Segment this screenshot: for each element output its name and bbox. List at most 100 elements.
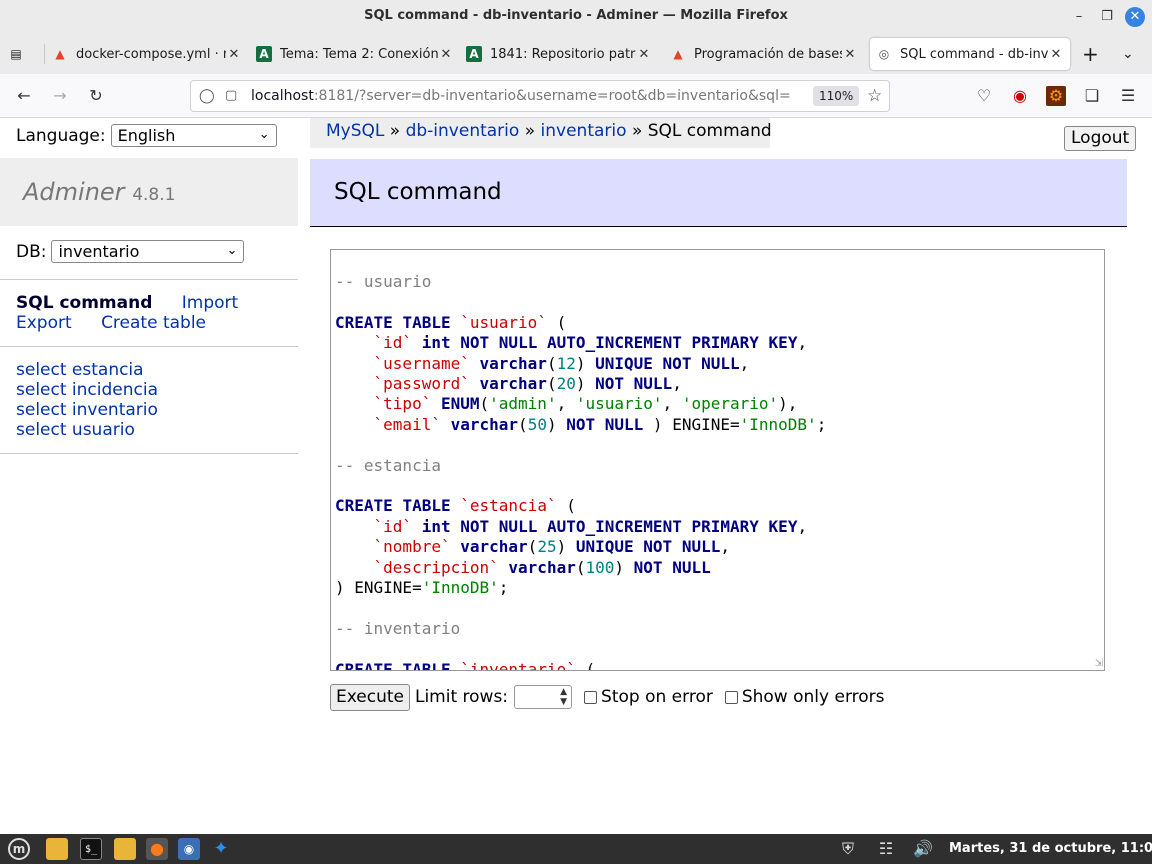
- close-tab-icon[interactable]: ✕: [636, 47, 652, 62]
- a-icon: A: [256, 46, 272, 62]
- taskbar-clock[interactable]: Martes, 31 de octubre, 11:05:56: [949, 841, 1152, 856]
- tab-programacion[interactable]: ▲ Programación de bases d ✕: [670, 38, 858, 70]
- sql-command-link[interactable]: SQL command: [16, 293, 152, 313]
- extensions-puzzle-icon[interactable]: ❏: [1082, 86, 1102, 106]
- stop-on-error-checkbox[interactable]: [584, 690, 598, 704]
- tab-overview-button[interactable]: ▤: [8, 38, 36, 70]
- gitlab-icon: ▲: [673, 47, 683, 61]
- close-tab-icon[interactable]: ✕: [438, 47, 454, 62]
- sidebar-menu: SQL command Import Export Create table: [16, 293, 238, 333]
- menu-icon[interactable]: ☰: [1118, 86, 1138, 106]
- breadcrumb-separator: »: [631, 121, 643, 141]
- url-text[interactable]: localhost:8181/?server=db-inventario&use…: [251, 88, 791, 104]
- url-bar[interactable]: ◯ ▢ localhost:8181/?server=db-inventario…: [190, 80, 890, 112]
- breadcrumb-server[interactable]: db-inventario: [406, 121, 520, 141]
- logo-block: Adminer 4.8.1: [0, 158, 298, 226]
- sidebar-divider: [0, 453, 298, 454]
- db-select-value: inventario: [58, 242, 140, 261]
- limit-rows-label: Limit rows:: [414, 687, 509, 707]
- show-only-errors-label: Show only errors: [741, 687, 885, 707]
- logo-text: Adminer: [23, 178, 125, 206]
- tab-label: Tema: Tema 2: Conexión: [280, 46, 438, 62]
- url-host: localhost: [251, 88, 314, 104]
- url-path: :8181/?server=db-inventario&username=roo…: [313, 88, 791, 104]
- tab-label: Programación de bases d: [694, 46, 842, 62]
- spinner-icon[interactable]: ▲ ▼: [560, 687, 567, 707]
- files-folder-icon[interactable]: [114, 838, 136, 860]
- language-select-value: English: [117, 126, 176, 145]
- terminal-icon[interactable]: $_: [80, 838, 102, 860]
- resize-handle-icon[interactable]: ⇲: [1095, 658, 1103, 669]
- forward-arrow-icon[interactable]: →: [50, 86, 70, 106]
- breadcrumb-mysql[interactable]: MySQL: [326, 121, 384, 141]
- screenshot-camera-icon[interactable]: ◉: [178, 838, 200, 860]
- export-link[interactable]: Export: [16, 313, 72, 333]
- tab-sql-command[interactable]: ◎ SQL command - db-inven ✕: [870, 38, 1070, 70]
- network-icon[interactable]: ☷: [875, 838, 897, 860]
- vscode-icon[interactable]: ✦: [210, 838, 232, 860]
- close-window-icon[interactable]: ✕: [1125, 7, 1145, 27]
- create-table-link[interactable]: Create table: [101, 313, 206, 333]
- close-tab-icon[interactable]: ✕: [226, 47, 242, 62]
- list-all-tabs-icon[interactable]: ⌄: [1122, 38, 1142, 70]
- page-info-icon[interactable]: ▢: [225, 88, 237, 103]
- firefox-icon[interactable]: ●: [146, 838, 168, 860]
- extension-icon[interactable]: ◉: [1010, 86, 1030, 106]
- minimize-icon[interactable]: –: [1069, 7, 1089, 27]
- page-title: SQL command: [334, 179, 502, 205]
- reload-icon[interactable]: ↻: [86, 86, 106, 106]
- new-tab-icon[interactable]: +: [1082, 38, 1102, 70]
- tab-repositorio[interactable]: A 1841: Repositorio patrón ✕: [466, 38, 652, 70]
- tab-label: docker-compose.yml · m: [76, 46, 226, 62]
- select-incidencia-link[interactable]: select incidencia: [16, 380, 158, 400]
- tab-label: SQL command - db-inven: [900, 46, 1048, 62]
- chevron-down-icon: ⌄: [226, 243, 238, 258]
- pocket-icon[interactable]: ♡: [974, 86, 994, 106]
- mint-menu-icon[interactable]: m: [8, 838, 30, 860]
- zoom-level[interactable]: 110%: [813, 86, 860, 106]
- breadcrumb-db[interactable]: inventario: [541, 121, 627, 141]
- page-header: SQL command: [310, 159, 1127, 227]
- shield-status-icon[interactable]: ⛨: [837, 838, 859, 860]
- select-estancia-link[interactable]: select estancia: [16, 360, 144, 380]
- sql-editor[interactable]: -- usuario CREATE TABLE `usuario` ( `id`…: [330, 249, 1105, 671]
- logout-button[interactable]: Logout: [1064, 126, 1137, 151]
- import-link[interactable]: Import: [182, 293, 238, 313]
- tab-docker-compose[interactable]: ▲ docker-compose.yml · m ✕: [52, 38, 242, 70]
- taskbar: m $_ ● ◉ ✦ ⛨ ☷ 🔊 Martes, 31 de octubre, …: [0, 834, 1152, 864]
- db-row: DB: inventario ⌄: [16, 240, 245, 263]
- navigation-bar: ← → ↻ ◯ ▢ localhost:8181/?server=db-inve…: [0, 74, 1152, 118]
- back-arrow-icon[interactable]: ←: [14, 86, 34, 106]
- execute-button[interactable]: Execute: [330, 683, 410, 711]
- page-content: Language: English ⌄ MySQL » db-inventari…: [0, 118, 1152, 834]
- show-desktop-icon[interactable]: [46, 838, 68, 860]
- table-list: select estancia select incidencia select…: [16, 360, 158, 440]
- close-tab-icon[interactable]: ✕: [842, 47, 858, 62]
- language-row: Language: English ⌄: [16, 124, 277, 147]
- db-label: DB:: [16, 241, 47, 262]
- breadcrumb-current: SQL command: [647, 121, 772, 141]
- extension-gear-icon[interactable]: ⚙: [1046, 86, 1066, 106]
- sql-controls: Execute Limit rows: ▲ ▼ Stop on error Sho…: [330, 683, 885, 711]
- select-usuario-link[interactable]: select usuario: [16, 420, 135, 440]
- adminer-logo[interactable]: Adminer 4.8.1: [23, 178, 175, 206]
- tab-bar: ▤ ▲ docker-compose.yml · m ✕ A Tema: Tem…: [0, 34, 1152, 74]
- sidebar-divider: [0, 279, 298, 280]
- window-title: SQL command - db-inventario - Adminer — …: [364, 8, 788, 23]
- show-only-errors-checkbox[interactable]: [724, 690, 738, 704]
- db-select[interactable]: inventario ⌄: [51, 240, 245, 263]
- breadcrumb-separator: »: [524, 121, 536, 141]
- select-inventario-link[interactable]: select inventario: [16, 400, 158, 420]
- tab-label: 1841: Repositorio patrón: [490, 46, 636, 62]
- maximize-icon[interactable]: ❐: [1097, 7, 1117, 27]
- a-icon: A: [466, 46, 482, 62]
- bookmark-star-icon[interactable]: ☆: [867, 86, 882, 106]
- volume-icon[interactable]: 🔊: [912, 838, 934, 860]
- close-tab-icon[interactable]: ✕: [1048, 47, 1064, 62]
- limit-rows-input[interactable]: ▲ ▼: [514, 685, 573, 709]
- language-select[interactable]: English ⌄: [110, 124, 277, 147]
- shield-icon[interactable]: ◯: [199, 88, 215, 104]
- adminer-icon: ◎: [878, 47, 890, 61]
- tab-tema-2[interactable]: A Tema: Tema 2: Conexión ✕: [256, 38, 454, 70]
- sql-code[interactable]: -- usuario CREATE TABLE `usuario` ( `id`…: [335, 272, 826, 670]
